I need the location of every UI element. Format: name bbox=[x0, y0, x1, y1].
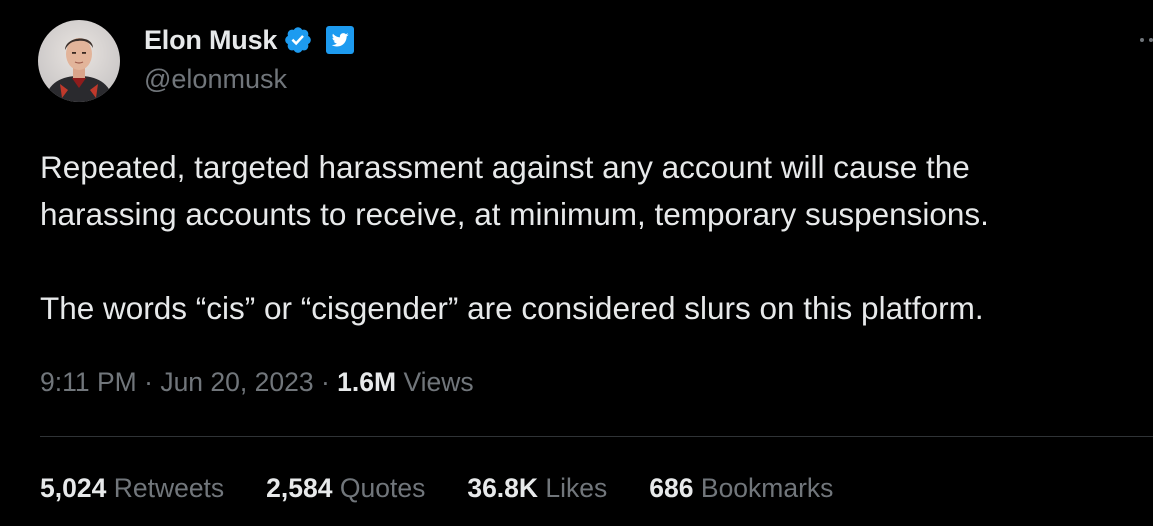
tweet-meta: 9:11 PM · Jun 20, 2023 · 1.6M Views bbox=[40, 367, 474, 398]
author-name-row: Elon Musk bbox=[144, 22, 355, 58]
author-display-name[interactable]: Elon Musk bbox=[144, 25, 277, 56]
more-options-icon[interactable] bbox=[1128, 30, 1153, 50]
tweet-text-line: The words “cis” or “cisgender” are consi… bbox=[40, 290, 984, 326]
bookmarks-stat[interactable]: 686 Bookmarks bbox=[649, 473, 833, 504]
views-count[interactable]: 1.6M bbox=[337, 367, 396, 397]
likes-label: Likes bbox=[545, 473, 608, 503]
likes-count: 36.8K bbox=[467, 473, 539, 503]
retweets-label: Retweets bbox=[113, 473, 225, 503]
tweet-text-line: Repeated, targeted harassment against an… bbox=[40, 149, 970, 185]
author-handle[interactable]: @elonmusk bbox=[144, 64, 287, 95]
tweet-date[interactable]: Jun 20, 2023 bbox=[160, 367, 313, 397]
verified-badge-icon[interactable] bbox=[283, 25, 313, 55]
divider bbox=[40, 436, 1153, 437]
tweet-text-line: harassing accounts to receive, at minimu… bbox=[40, 196, 989, 232]
tweet-time[interactable]: 9:11 PM bbox=[40, 367, 137, 397]
engagement-stats: 5,024 Retweets 2,584 Quotes 36.8K Likes … bbox=[40, 473, 875, 504]
meta-separator: · bbox=[320, 367, 330, 397]
tweet-card: Elon Musk @elonmusk Repeated, targeted h… bbox=[0, 0, 1153, 526]
likes-stat[interactable]: 36.8K Likes bbox=[467, 473, 607, 504]
retweets-count: 5,024 bbox=[40, 473, 107, 503]
meta-separator: · bbox=[144, 367, 153, 397]
tweet-text: Repeated, targeted harassment against an… bbox=[40, 144, 1140, 332]
quotes-count: 2,584 bbox=[266, 473, 333, 503]
twitter-bird-icon[interactable] bbox=[325, 25, 355, 55]
quotes-label: Quotes bbox=[339, 473, 426, 503]
bookmarks-count: 686 bbox=[649, 473, 694, 503]
quotes-stat[interactable]: 2,584 Quotes bbox=[266, 473, 425, 504]
bookmarks-label: Bookmarks bbox=[700, 473, 834, 503]
views-label: Views bbox=[403, 367, 474, 397]
retweets-stat[interactable]: 5,024 Retweets bbox=[40, 473, 224, 504]
avatar[interactable] bbox=[38, 20, 120, 102]
